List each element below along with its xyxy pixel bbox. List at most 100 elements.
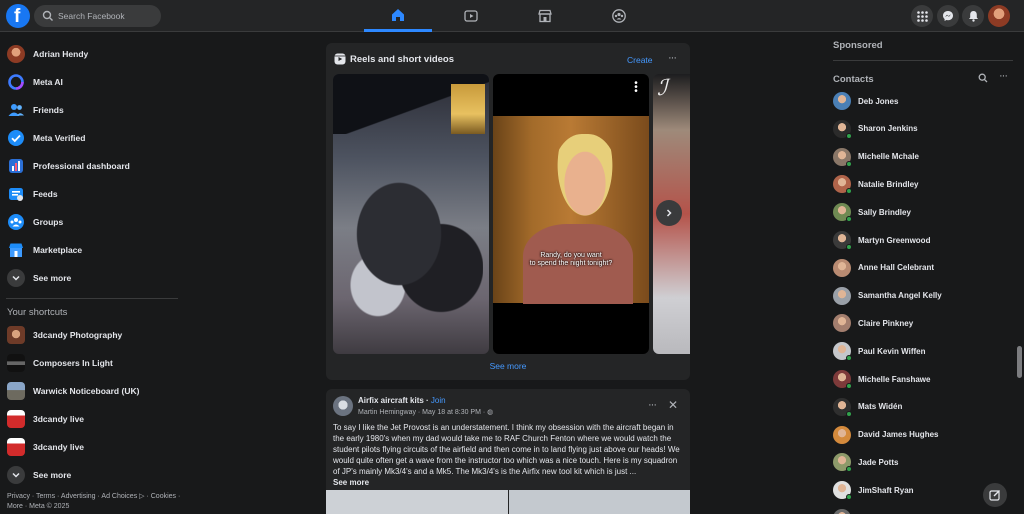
join-group-link[interactable]: Join	[431, 396, 446, 405]
contact-item[interactable]: Paul Kevin Wiffen	[833, 339, 1013, 363]
tab-marketplace[interactable]	[511, 0, 579, 32]
shortcut-label: 3dcandy live	[33, 442, 85, 452]
contact-item[interactable]: Claire Pinkney	[833, 311, 1013, 335]
contact-name: Sally Brindley	[858, 207, 911, 217]
contact-name: JimShaft Ryan	[858, 485, 914, 495]
contact-name: Michelle Fanshawe	[858, 374, 931, 384]
marketplace-icon	[7, 241, 25, 259]
profile-avatar[interactable]	[988, 5, 1010, 27]
post-body: To say I like the Jet Provost is an unde…	[333, 423, 680, 476]
contact-item[interactable]: Martyn Greenwood	[833, 228, 1013, 252]
sidebar-item-feeds[interactable]: Feeds	[0, 180, 184, 208]
group-avatar[interactable]	[333, 396, 353, 416]
search-icon[interactable]	[978, 73, 988, 83]
post-meta[interactable]: Martin Hemingway · May 18 at 8:30 PM · ◍	[358, 408, 493, 416]
chevron-right-icon	[666, 209, 672, 217]
post-close-button[interactable]: ✕	[668, 398, 678, 412]
sidebar-item-professional-dashboard[interactable]: Professional dashboard	[0, 152, 184, 180]
meta-ai-icon	[7, 73, 25, 91]
reels-title: Reels and short videos	[350, 54, 455, 65]
reels-more-button[interactable]: ···	[668, 52, 677, 64]
contact-item[interactable]: Samantha Angel Kelly	[833, 284, 1013, 308]
notifications-button[interactable]	[962, 5, 984, 27]
messenger-button[interactable]	[937, 5, 959, 27]
sidebar-item-profile[interactable]: Adrian Hendy	[0, 40, 184, 68]
contacts-more-icon[interactable]: ···	[999, 70, 1008, 82]
sidebar-item-label: Friends	[33, 105, 64, 115]
footer-links[interactable]: Privacy · Terms · Advertising · Ad Choic…	[7, 492, 182, 512]
search-box[interactable]	[34, 5, 161, 27]
reel-caption: Randy, do you want to spend the night to…	[493, 252, 649, 268]
online-status-dot	[846, 160, 852, 167]
sidebar-item-meta-ai[interactable]: Meta AI	[0, 68, 184, 96]
new-message-button[interactable]	[983, 483, 1007, 507]
contact-avatar	[833, 397, 852, 417]
tab-home[interactable]	[364, 0, 432, 32]
contact-item[interactable]: Sally Brindley	[833, 200, 1013, 224]
contact-item[interactable]	[833, 506, 1013, 514]
post-more-button[interactable]: ···	[648, 399, 657, 411]
online-status-dot	[846, 132, 852, 139]
contact-item[interactable]: Anne Hall Celebrant	[833, 256, 1013, 280]
shortcut-item[interactable]: 3dcandy Photography	[0, 321, 184, 349]
sidebar-item-groups[interactable]: Groups	[0, 208, 184, 236]
reels-card: Reels and short videos Create ··· Randy,…	[326, 43, 690, 380]
online-status-dot	[846, 216, 852, 223]
profile-avatar	[7, 45, 25, 63]
sidebar-item-label: See more	[33, 273, 72, 283]
contact-avatar	[833, 147, 852, 167]
online-status-dot	[846, 494, 852, 501]
online-status-dot	[846, 355, 852, 362]
search-input[interactable]	[58, 5, 158, 27]
post-image[interactable]	[509, 490, 690, 514]
post-see-more-link[interactable]: See more	[333, 477, 683, 488]
shortcut-item[interactable]: 3dcandy live	[0, 405, 184, 433]
shortcut-avatar	[7, 410, 25, 428]
footer-line[interactable]: Privacy · Terms · Advertising · Ad Choic…	[7, 492, 182, 502]
contact-item[interactable]: Deb Jones	[833, 89, 1013, 113]
group-name-link[interactable]: Airfix aircraft kits	[358, 396, 424, 405]
home-icon	[392, 8, 404, 21]
shortcut-item[interactable]: Composers In Light	[0, 349, 184, 377]
scrollbar[interactable]	[1017, 346, 1022, 378]
contact-avatar	[833, 231, 852, 250]
contact-avatar	[833, 258, 851, 277]
create-reel-link[interactable]: Create	[627, 55, 653, 65]
tab-groups[interactable]	[585, 0, 653, 32]
shortcut-item[interactable]: 3dcandy live	[0, 433, 184, 461]
sidebar-item-friends[interactable]: Friends	[0, 96, 184, 124]
contact-item[interactable]: Michelle Mchale	[833, 145, 1013, 169]
contact-item[interactable]: Jade Potts	[833, 450, 1013, 474]
reels-next-button[interactable]	[656, 200, 682, 226]
contact-item[interactable]: Michelle Fanshawe	[833, 367, 1013, 391]
shortcut-label: 3dcandy live	[33, 414, 85, 424]
reels-see-more-link[interactable]: See more	[326, 361, 690, 371]
contact-item[interactable]: Natalie Brindley	[833, 172, 1013, 196]
sidebar-item-marketplace[interactable]: Marketplace	[0, 236, 184, 264]
facebook-logo[interactable]: f	[6, 4, 30, 28]
shortcut-avatar	[7, 326, 25, 344]
tab-video[interactable]	[437, 0, 505, 32]
contact-avatar	[833, 314, 851, 333]
contact-item[interactable]: David James Hughes	[833, 423, 1013, 447]
shortcuts-see-more[interactable]: See more	[0, 461, 184, 489]
reel-options-icon[interactable]: • • •	[633, 79, 639, 97]
contact-item[interactable]: Sharon Jenkins	[833, 117, 1013, 141]
footer-line[interactable]: More · Meta © 2025	[7, 502, 182, 512]
online-status-dot	[846, 410, 852, 417]
reel-thumbnail[interactable]	[333, 74, 489, 354]
reel-caption-line: Randy, do you want	[540, 252, 602, 259]
sidebar-item-meta-verified[interactable]: Meta Verified	[0, 124, 184, 152]
post-image[interactable]	[326, 490, 508, 514]
sidebar-see-more[interactable]: See more	[0, 264, 184, 292]
shortcut-item[interactable]: Warwick Noticeboard (UK)	[0, 377, 184, 405]
online-status-dot	[846, 244, 852, 250]
menu-button[interactable]	[911, 5, 933, 27]
menu-grid-icon	[916, 10, 928, 22]
reel-thumbnail[interactable]: Randy, do you want to spend the night to…	[493, 74, 649, 354]
contact-name: Jade Potts	[858, 457, 899, 467]
contact-avatar	[833, 370, 852, 389]
contact-item[interactable]: Mats Widén	[833, 395, 1013, 419]
sidebar-item-label: Groups	[33, 217, 64, 227]
post-text: To say I like the Jet Provost is an unde…	[333, 422, 683, 488]
